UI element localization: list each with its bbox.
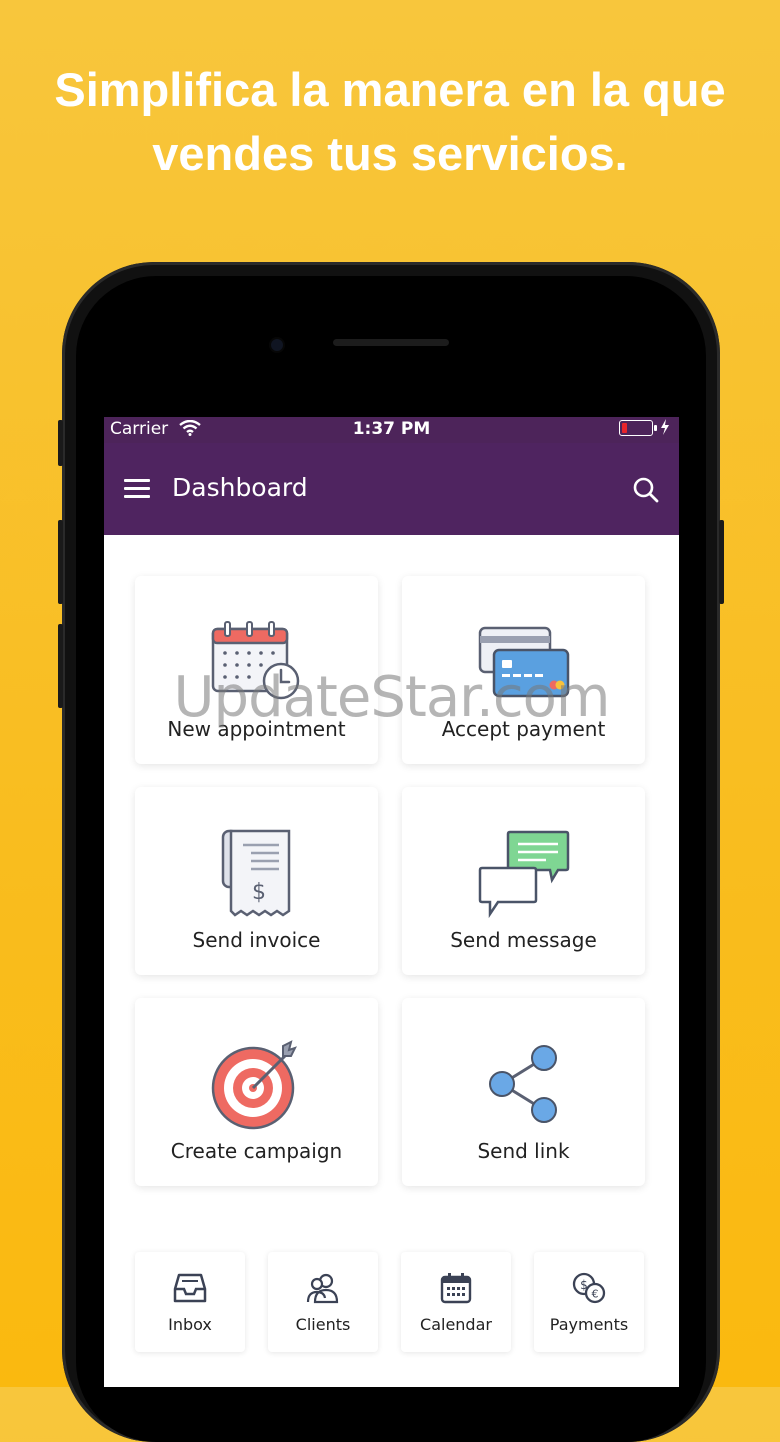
battery-icon (619, 420, 657, 436)
charging-icon (660, 419, 670, 440)
send-message-tile[interactable]: Send message (402, 787, 645, 975)
headline-line-2: vendes tus servicios. (152, 127, 628, 180)
inbox-label: Inbox (168, 1315, 212, 1334)
create-campaign-tile[interactable]: Create campaign (135, 998, 378, 1186)
send-link-tile[interactable]: Send link (402, 998, 645, 1186)
app-screen: Carrier 1:37 PM Dashboard New appointmen… (104, 417, 679, 1387)
inbox-button[interactable]: Inbox (135, 1252, 245, 1352)
clients-button[interactable]: Clients (268, 1252, 378, 1352)
tile-label: Send link (477, 1139, 570, 1163)
inbox-tray-icon (135, 1270, 245, 1306)
app-bar: Dashboard (104, 443, 679, 535)
receipt-dollar-icon: $ (135, 827, 378, 919)
calendar-label: Calendar (420, 1315, 492, 1334)
svg-text:$: $ (252, 880, 266, 905)
status-bar: Carrier 1:37 PM (104, 417, 679, 443)
clock: 1:37 PM (352, 419, 431, 439)
power-button (719, 520, 724, 604)
clients-icon (268, 1270, 378, 1306)
send-invoice-tile[interactable]: $ Send invoice (135, 787, 378, 975)
tile-label: Create campaign (170, 1139, 343, 1163)
volume-down-button (58, 624, 63, 708)
payments-label: Payments (549, 1315, 629, 1334)
volume-up-button (58, 520, 63, 604)
coins-icon: $ € (534, 1270, 644, 1306)
headline-line-1: Simplifica la manera en la que (54, 63, 726, 116)
payments-button[interactable]: $ € Payments (534, 1252, 644, 1352)
page-title: Dashboard (172, 473, 308, 502)
chat-bubbles-icon (402, 827, 645, 919)
silent-switch (58, 420, 63, 466)
svg-text:€: € (592, 1288, 599, 1301)
calendar-button[interactable]: Calendar (401, 1252, 511, 1352)
watermark: UpdateStar.com (173, 665, 611, 730)
earpiece-speaker (333, 339, 449, 346)
front-camera (271, 339, 283, 351)
search-icon[interactable] (632, 476, 660, 508)
target-arrow-icon (135, 1038, 378, 1130)
hamburger-menu-icon[interactable] (124, 479, 150, 499)
share-icon (402, 1038, 645, 1130)
calendar-icon (401, 1270, 511, 1306)
headline: Simplifica la manera en la que vendes tu… (0, 58, 780, 186)
clients-label: Clients (295, 1315, 351, 1334)
tile-label: Send message (450, 928, 597, 952)
tile-label: Send invoice (192, 928, 321, 952)
